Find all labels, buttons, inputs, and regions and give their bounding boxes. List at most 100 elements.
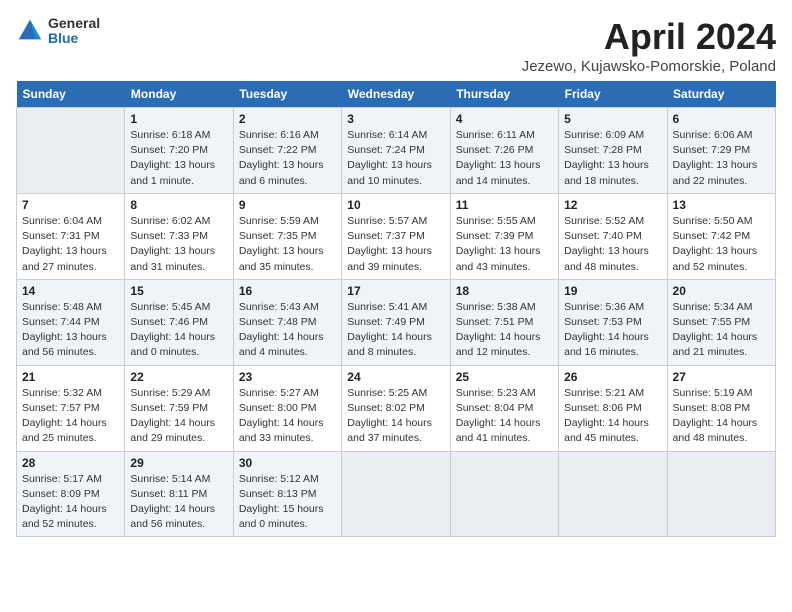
calendar-cell: 28 Sunrise: 5:17 AM Sunset: 8:09 PM Dayli… [17,451,125,537]
calendar-cell: 23Sunrise: 5:27 AM Sunset: 8:00 PM Dayli… [233,365,341,451]
day-number: 1 [130,112,227,126]
calendar-cell: 11 Sunrise: 5:55 AM Sunset: 7:39 PM Dayli… [450,193,558,279]
calendar-cell: 13 Sunrise: 5:50 AM Sunset: 7:42 PM Dayli… [667,193,775,279]
day-detail: Sunrise: 5:52 AM Sunset: 7:40 PM Dayligh… [564,214,661,275]
day-detail: Sunrise: 5:59 AM Sunset: 7:35 PM Dayligh… [239,214,336,275]
day-number: 22 [130,370,227,384]
calendar-cell [667,451,775,537]
day-number: 12 [564,198,661,212]
day-detail: Sunrise: 5:43 AM Sunset: 7:48 PM Dayligh… [239,300,336,361]
day-detail: Sunrise: 5:41 AM Sunset: 7:49 PM Dayligh… [347,300,444,361]
day-number: 5 [564,112,661,126]
day-number: 9 [239,198,336,212]
day-number: 23 [239,370,336,384]
day-detail: Sunrise: 5:17 AM Sunset: 8:09 PM Dayligh… [22,472,119,533]
calendar-cell: 19 Sunrise: 5:36 AM Sunset: 7:53 PM Dayli… [559,279,667,365]
day-detail: Sunrise: 5:55 AM Sunset: 7:39 PM Dayligh… [456,214,553,275]
day-detail: Sunrise: 6:04 AM Sunset: 7:31 PM Dayligh… [22,214,119,275]
day-number: 14 [22,284,119,298]
calendar-cell: 8Sunrise: 6:02 AM Sunset: 7:33 PM Daylig… [125,193,233,279]
calendar-cell: 17 Sunrise: 5:41 AM Sunset: 7:49 PM Dayli… [342,279,450,365]
calendar-cell: 29 Sunrise: 5:14 AM Sunset: 8:11 PM Dayli… [125,451,233,537]
day-detail: Sunrise: 5:21 AM Sunset: 8:06 PM Dayligh… [564,386,661,447]
weekday-header: Monday [125,81,233,108]
day-detail: Sunrise: 6:06 AM Sunset: 7:29 PM Dayligh… [673,128,770,189]
calendar-cell: 5 Sunrise: 6:09 AM Sunset: 7:28 PM Daylig… [559,108,667,194]
day-detail: Sunrise: 6:14 AM Sunset: 7:24 PM Dayligh… [347,128,444,189]
day-number: 24 [347,370,444,384]
day-number: 4 [456,112,553,126]
day-detail: Sunrise: 5:14 AM Sunset: 8:11 PM Dayligh… [130,472,227,533]
calendar-cell: 26 Sunrise: 5:21 AM Sunset: 8:06 PM Dayli… [559,365,667,451]
calendar-cell: 9 Sunrise: 5:59 AM Sunset: 7:35 PM Daylig… [233,193,341,279]
location: Jezewo, Kujawsko-Pomorskie, Poland [522,58,776,75]
day-detail: Sunrise: 6:16 AM Sunset: 7:22 PM Dayligh… [239,128,336,189]
day-number: 21 [22,370,119,384]
calendar-cell: 2 Sunrise: 6:16 AM Sunset: 7:22 PM Daylig… [233,108,341,194]
day-number: 28 [22,456,119,470]
calendar-week-row: 28 Sunrise: 5:17 AM Sunset: 8:09 PM Dayli… [17,451,776,537]
day-detail: Sunrise: 5:34 AM Sunset: 7:55 PM Dayligh… [673,300,770,361]
logo: General Blue [16,16,100,47]
day-detail: Sunrise: 6:18 AM Sunset: 7:20 PM Dayligh… [130,128,227,189]
day-number: 30 [239,456,336,470]
calendar-cell: 6 Sunrise: 6:06 AM Sunset: 7:29 PM Daylig… [667,108,775,194]
calendar-week-row: 7 Sunrise: 6:04 AM Sunset: 7:31 PM Daylig… [17,193,776,279]
calendar-cell: 18 Sunrise: 5:38 AM Sunset: 7:51 PM Dayli… [450,279,558,365]
day-number: 29 [130,456,227,470]
calendar-cell: 12 Sunrise: 5:52 AM Sunset: 7:40 PM Dayli… [559,193,667,279]
day-detail: Sunrise: 5:25 AM Sunset: 8:02 PM Dayligh… [347,386,444,447]
calendar-cell [559,451,667,537]
weekday-header: Sunday [17,81,125,108]
day-number: 2 [239,112,336,126]
calendar-cell: 14 Sunrise: 5:48 AM Sunset: 7:44 PM Dayli… [17,279,125,365]
weekday-header: Saturday [667,81,775,108]
day-detail: Sunrise: 5:23 AM Sunset: 8:04 PM Dayligh… [456,386,553,447]
calendar-week-row: 14 Sunrise: 5:48 AM Sunset: 7:44 PM Dayli… [17,279,776,365]
calendar-cell: 24 Sunrise: 5:25 AM Sunset: 8:02 PM Dayli… [342,365,450,451]
calendar-cell: 20 Sunrise: 5:34 AM Sunset: 7:55 PM Dayli… [667,279,775,365]
logo-general: General [48,16,100,31]
day-detail: Sunrise: 5:45 AM Sunset: 7:46 PM Dayligh… [130,300,227,361]
day-number: 20 [673,284,770,298]
calendar-cell [342,451,450,537]
logo-icon [16,17,44,45]
day-number: 8 [130,198,227,212]
day-detail: Sunrise: 6:11 AM Sunset: 7:26 PM Dayligh… [456,128,553,189]
day-detail: Sunrise: 5:38 AM Sunset: 7:51 PM Dayligh… [456,300,553,361]
calendar-cell [450,451,558,537]
weekday-header: Friday [559,81,667,108]
calendar-cell: 25 Sunrise: 5:23 AM Sunset: 8:04 PM Dayli… [450,365,558,451]
day-number: 18 [456,284,553,298]
calendar-cell: 15Sunrise: 5:45 AM Sunset: 7:46 PM Dayli… [125,279,233,365]
day-detail: Sunrise: 5:48 AM Sunset: 7:44 PM Dayligh… [22,300,119,361]
day-detail: Sunrise: 6:09 AM Sunset: 7:28 PM Dayligh… [564,128,661,189]
weekday-header: Thursday [450,81,558,108]
day-number: 7 [22,198,119,212]
day-number: 11 [456,198,553,212]
calendar-cell: 21Sunrise: 5:32 AM Sunset: 7:57 PM Dayli… [17,365,125,451]
calendar-cell: 10 Sunrise: 5:57 AM Sunset: 7:37 PM Dayli… [342,193,450,279]
day-detail: Sunrise: 5:36 AM Sunset: 7:53 PM Dayligh… [564,300,661,361]
logo-text: General Blue [48,16,100,47]
calendar-cell: 4 Sunrise: 6:11 AM Sunset: 7:26 PM Daylig… [450,108,558,194]
day-number: 19 [564,284,661,298]
day-number: 16 [239,284,336,298]
calendar-cell: 7 Sunrise: 6:04 AM Sunset: 7:31 PM Daylig… [17,193,125,279]
calendar-cell: 27Sunrise: 5:19 AM Sunset: 8:08 PM Dayli… [667,365,775,451]
day-number: 17 [347,284,444,298]
day-detail: Sunrise: 5:57 AM Sunset: 7:37 PM Dayligh… [347,214,444,275]
day-number: 10 [347,198,444,212]
calendar-cell: 30Sunrise: 5:12 AM Sunset: 8:13 PM Dayli… [233,451,341,537]
day-detail: Sunrise: 5:29 AM Sunset: 7:59 PM Dayligh… [130,386,227,447]
calendar-cell: 22 Sunrise: 5:29 AM Sunset: 7:59 PM Dayli… [125,365,233,451]
weekday-header: Wednesday [342,81,450,108]
day-number: 13 [673,198,770,212]
day-detail: Sunrise: 5:50 AM Sunset: 7:42 PM Dayligh… [673,214,770,275]
logo-blue: Blue [48,31,100,46]
day-number: 6 [673,112,770,126]
day-detail: Sunrise: 5:19 AM Sunset: 8:08 PM Dayligh… [673,386,770,447]
day-number: 25 [456,370,553,384]
weekday-header: Tuesday [233,81,341,108]
day-number: 26 [564,370,661,384]
